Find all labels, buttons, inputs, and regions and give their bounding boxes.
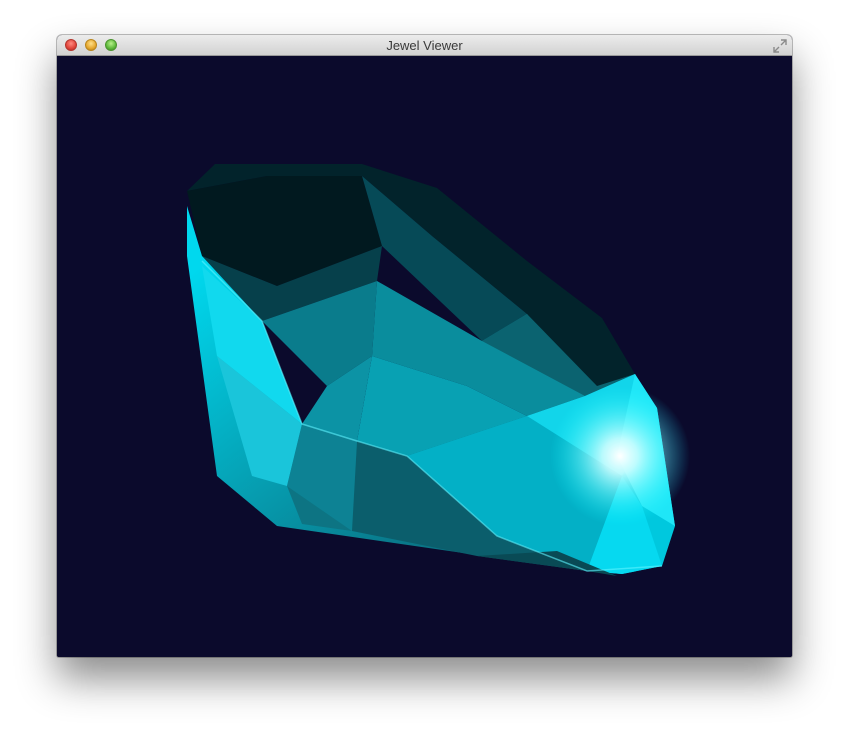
gem-render [57, 56, 792, 657]
title-bar[interactable]: Jewel Viewer [57, 35, 792, 56]
gem [57, 56, 792, 657]
app-window: Jewel Viewer [57, 35, 792, 657]
window-title: Jewel Viewer [386, 38, 463, 53]
desktop: Jewel Viewer [0, 0, 849, 736]
gem-viewport[interactable] [57, 56, 792, 657]
fullscreen-icon[interactable] [773, 39, 787, 53]
